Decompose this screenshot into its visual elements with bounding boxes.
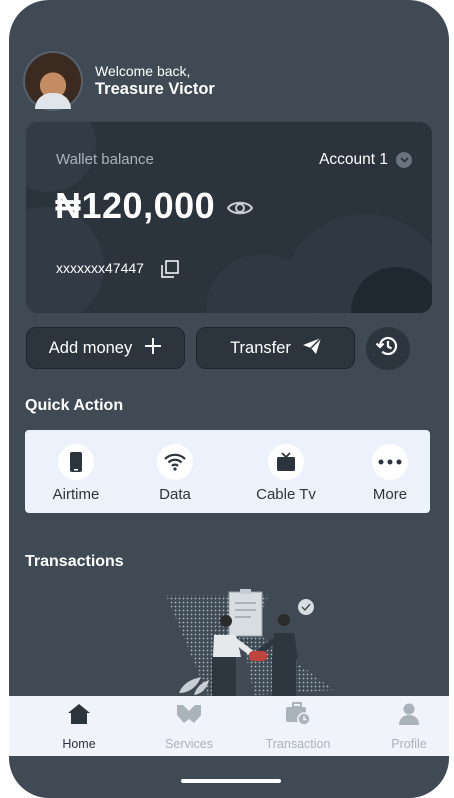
tab-label: Transaction <box>265 737 331 751</box>
tab-home[interactable]: Home <box>34 702 124 751</box>
transaction-icon <box>285 702 311 731</box>
balance-amount: ₦120,000 <box>55 185 216 226</box>
quick-action-more[interactable]: More <box>356 444 424 503</box>
avatar[interactable] <box>25 53 81 109</box>
home-indicator <box>181 779 281 783</box>
wallet-balance-label: Wallet balance <box>56 151 154 168</box>
services-icon <box>176 702 202 731</box>
account-selector[interactable]: Account 1 <box>319 151 412 169</box>
quick-action-airtime[interactable]: Airtime <box>42 444 110 503</box>
tab-label: Home <box>62 737 96 751</box>
wifi-icon <box>157 444 193 480</box>
profile-icon <box>397 702 421 731</box>
account-label: Account 1 <box>319 151 388 168</box>
quick-action-data[interactable]: Data <box>141 444 209 503</box>
quick-action-label: Data <box>159 486 191 503</box>
home-icon <box>67 702 91 731</box>
account-number: xxxxxxx47447 <box>56 260 144 276</box>
transfer-label: Transfer <box>230 338 291 357</box>
plus-icon <box>144 337 162 360</box>
quick-action-label: Airtime <box>52 486 100 503</box>
tab-services[interactable]: Services <box>144 702 234 751</box>
tab-transaction[interactable]: Transaction <box>253 702 343 751</box>
quick-action-label: More <box>372 486 408 503</box>
tab-label: Services <box>165 737 213 751</box>
quick-action-cable-tv[interactable]: Cable Tv <box>246 444 326 503</box>
quick-action-title: Quick Action <box>25 397 124 414</box>
handshake-illustration <box>166 589 334 710</box>
add-money-label: Add money <box>48 338 133 357</box>
tv-icon <box>268 444 304 480</box>
phone-screen: Welcome back, Treasure Victor Wallet bal… <box>9 0 449 798</box>
add-money-button[interactable]: Add money <box>26 327 185 369</box>
chevron-down-icon <box>396 152 412 168</box>
transactions-title: Transactions <box>25 553 124 570</box>
tab-label: Profile <box>391 737 427 751</box>
phone-icon <box>58 444 94 480</box>
copy-icon[interactable] <box>161 260 179 283</box>
history-icon <box>375 333 401 364</box>
wallet-card: Wallet balance Account 1 ₦120,000 xxxxxx… <box>26 122 432 313</box>
tab-profile[interactable]: Profile <box>364 702 449 751</box>
eye-icon[interactable] <box>226 199 254 222</box>
user-name: Treasure Victor <box>95 80 215 98</box>
send-icon <box>302 336 322 359</box>
quick-action-label: Cable Tv <box>256 486 316 503</box>
welcome-text: Welcome back, <box>95 63 191 79</box>
history-button[interactable] <box>366 327 410 370</box>
quick-action-panel: Airtime Data Cable Tv More <box>25 430 430 513</box>
more-icon <box>372 444 408 480</box>
bottom-tab-bar: Home Services Transaction Profile <box>9 696 449 756</box>
transfer-button[interactable]: Transfer <box>196 327 355 369</box>
